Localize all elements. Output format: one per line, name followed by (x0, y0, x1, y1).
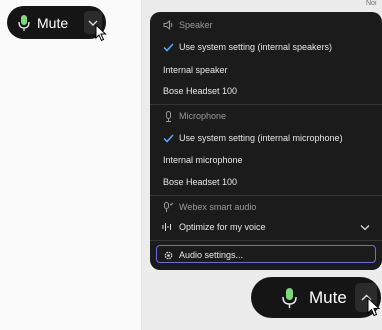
checkmark-icon (162, 41, 174, 53)
microphone-option-bose[interactable]: Bose Headset 100 (150, 172, 378, 192)
microphone-icon (281, 287, 297, 309)
section-divider (150, 240, 382, 241)
microphone-option-system[interactable]: Use system setting (internal microphone) (150, 128, 378, 148)
speaker-option-system[interactable]: Use system setting (internal speakers) (150, 37, 378, 57)
microphone-outline-icon (162, 110, 174, 122)
left-background (0, 0, 142, 330)
microphone-option-internal[interactable]: Internal microphone (150, 150, 378, 170)
microphone-section-header: Microphone (150, 106, 378, 126)
audio-settings-item[interactable]: Audio settings... (150, 245, 378, 265)
microphone-icon (17, 14, 31, 32)
speaker-option-internal[interactable]: Internal speaker (150, 60, 378, 80)
mouse-cursor-icon (367, 297, 380, 317)
section-divider (150, 195, 382, 196)
speaker-icon (162, 19, 174, 31)
smart-audio-icon (162, 201, 174, 213)
speaker-section-header: Speaker (150, 15, 378, 35)
checkmark-icon (162, 132, 174, 144)
mute-label: Mute (37, 14, 69, 31)
background-text-fragment: Noi (366, 0, 377, 7)
mute-button-top[interactable]: Mute (7, 6, 106, 39)
mute-label: Mute (309, 287, 347, 307)
gear-icon (162, 249, 174, 261)
mute-button-bottom[interactable]: Mute (251, 277, 381, 318)
smart-audio-section-header: Webex smart audio (150, 197, 378, 217)
section-divider (150, 104, 382, 105)
speaker-option-bose[interactable]: Bose Headset 100 (150, 81, 378, 101)
voice-wave-icon (162, 221, 174, 233)
chevron-down-icon (360, 224, 370, 231)
smart-audio-select[interactable]: Optimize for my voice (150, 217, 378, 237)
audio-options-menu: Speaker Use system setting (internal spe… (150, 12, 382, 270)
mouse-cursor-icon (95, 24, 107, 42)
